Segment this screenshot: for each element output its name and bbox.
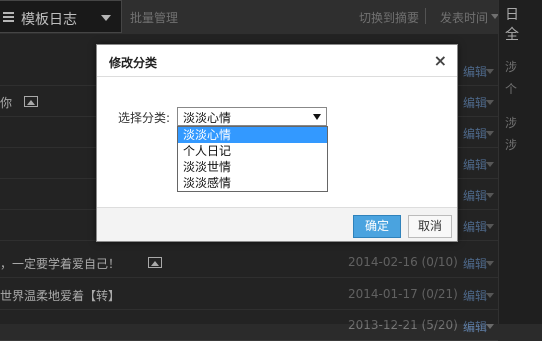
category-option[interactable]: 淡淡心情 (178, 127, 327, 143)
change-category-dialog: 修改分类 × 选择分类: 淡淡心情 淡淡心情 个人日记 淡淡世情 淡淡感情 确定… (96, 44, 458, 242)
category-select[interactable]: 淡淡心情 (177, 107, 327, 126)
dialog-title: 修改分类 (109, 56, 158, 70)
category-option[interactable]: 个人日记 (178, 143, 327, 159)
category-label: 选择分类: (118, 111, 171, 125)
category-select-value: 淡淡心情 (183, 111, 232, 125)
chevron-down-icon[interactable] (486, 324, 494, 329)
category-dropdown-list: 淡淡心情 个人日记 淡淡世情 淡淡感情 (177, 126, 328, 192)
divider (97, 76, 457, 77)
cancel-button[interactable]: 取消 (408, 215, 452, 238)
category-option[interactable]: 淡淡世情 (178, 159, 327, 175)
confirm-button[interactable]: 确定 (353, 215, 401, 238)
dialog-footer (97, 207, 457, 241)
chevron-down-icon[interactable] (313, 114, 321, 120)
category-option[interactable]: 淡淡感情 (178, 175, 327, 191)
close-icon[interactable]: × (434, 51, 447, 70)
